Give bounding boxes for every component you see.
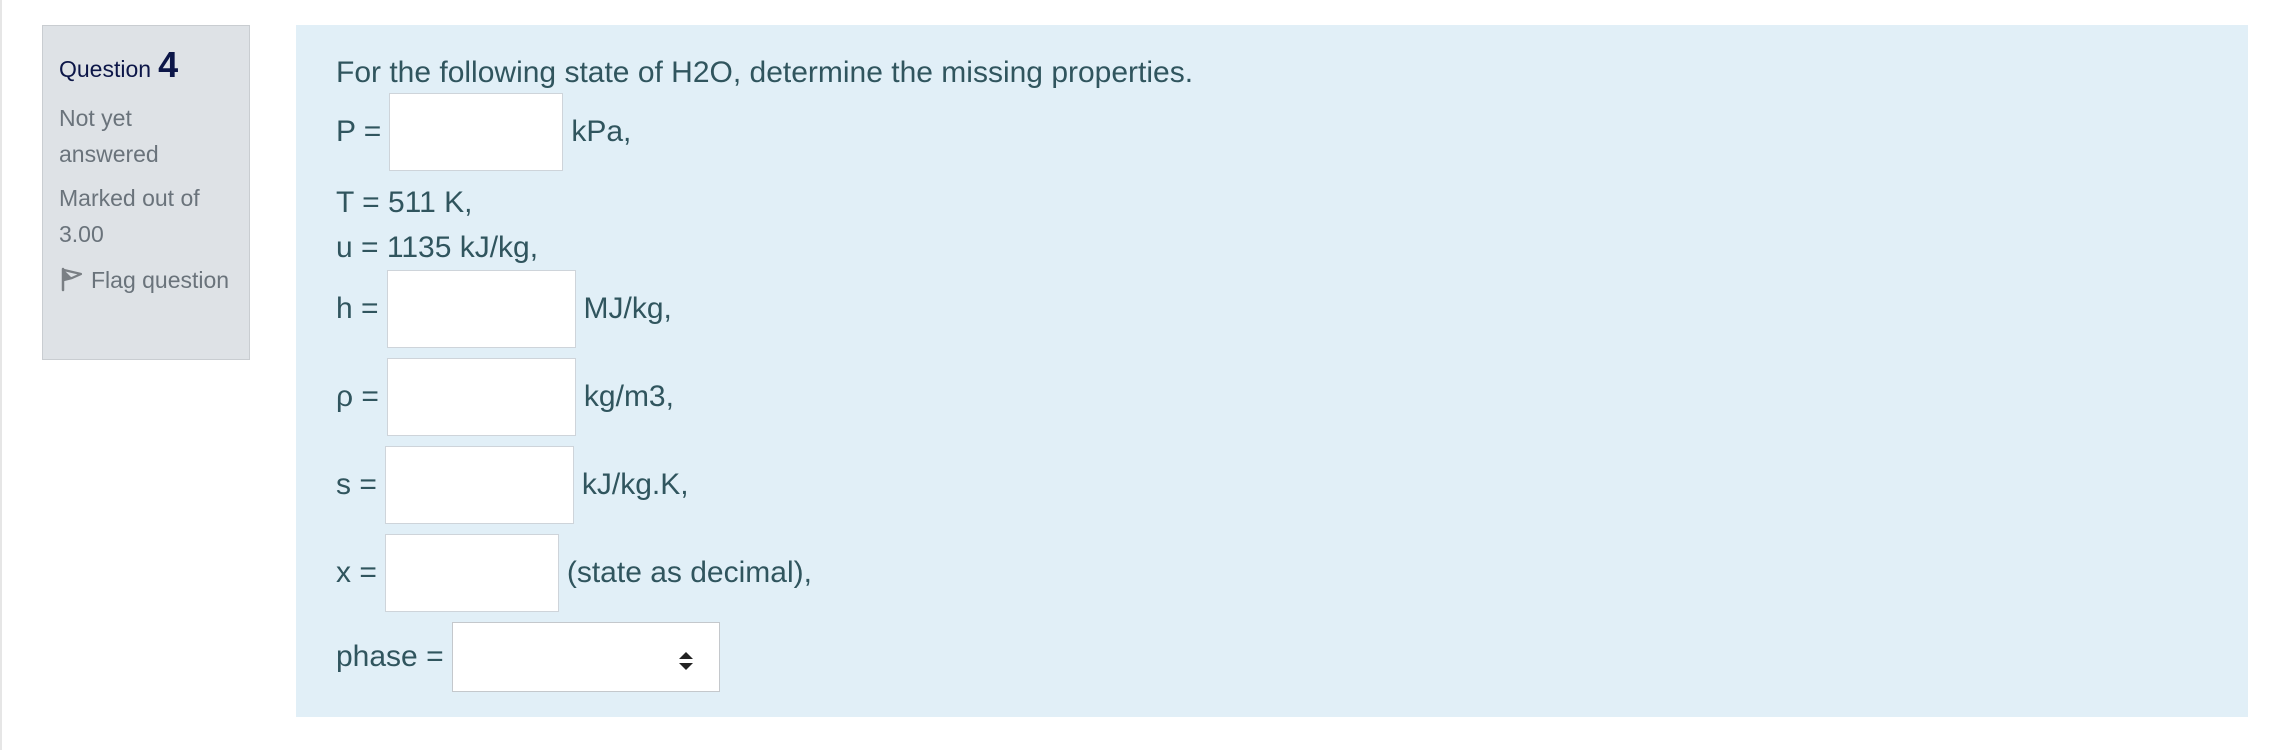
question-state: Not yet answered <box>59 105 159 167</box>
density-row: ρ = kg/m3, <box>336 358 674 436</box>
phase-label: phase = <box>336 640 444 673</box>
enthalpy-label: h = <box>336 292 379 325</box>
temperature-text: T = 511 K, <box>336 186 473 219</box>
pressure-input[interactable] <box>389 93 564 171</box>
density-unit: kg/m3, <box>583 380 674 413</box>
question-prompt: For the following state of H2O, determin… <box>336 56 1194 89</box>
enthalpy-unit: MJ/kg, <box>583 292 672 325</box>
density-input[interactable] <box>386 358 576 436</box>
entropy-label: s = <box>336 468 377 501</box>
page-left-border <box>0 0 2 750</box>
entropy-input[interactable] <box>384 446 574 524</box>
select-arrows-icon <box>677 646 695 670</box>
question-grade: Marked out of 3.00 <box>59 185 200 247</box>
quality-row: x = (state as decimal), <box>336 534 812 612</box>
pressure-unit: kPa, <box>571 115 632 148</box>
phase-row: phase = <box>336 622 720 692</box>
internal-energy-text: u = 1135 kJ/kg, <box>336 231 539 264</box>
phase-select[interactable] <box>451 622 720 692</box>
quality-input[interactable] <box>384 534 559 612</box>
question-info-panel: Question 4 Not yet answered Marked out o… <box>42 25 250 360</box>
flag-label: Flag question <box>91 267 230 293</box>
question-content: For the following state of H2O, determin… <box>296 25 2248 717</box>
flag-question-link[interactable]: Flag question <box>59 262 234 298</box>
flag-icon <box>59 266 85 292</box>
enthalpy-input[interactable] <box>386 270 576 348</box>
question-number: 4 <box>158 44 179 85</box>
entropy-unit: kJ/kg.K, <box>581 468 689 501</box>
question-number-heading: Question 4 <box>59 44 249 86</box>
quality-unit: (state as decimal), <box>566 556 812 589</box>
question-word: Question <box>59 56 152 82</box>
density-label: ρ = <box>336 380 379 413</box>
quality-label: x = <box>336 556 377 589</box>
pressure-row: P = kPa, <box>336 93 631 171</box>
pressure-label: P = <box>336 115 382 148</box>
enthalpy-row: h = MJ/kg, <box>336 270 672 348</box>
entropy-row: s = kJ/kg.K, <box>336 446 689 524</box>
